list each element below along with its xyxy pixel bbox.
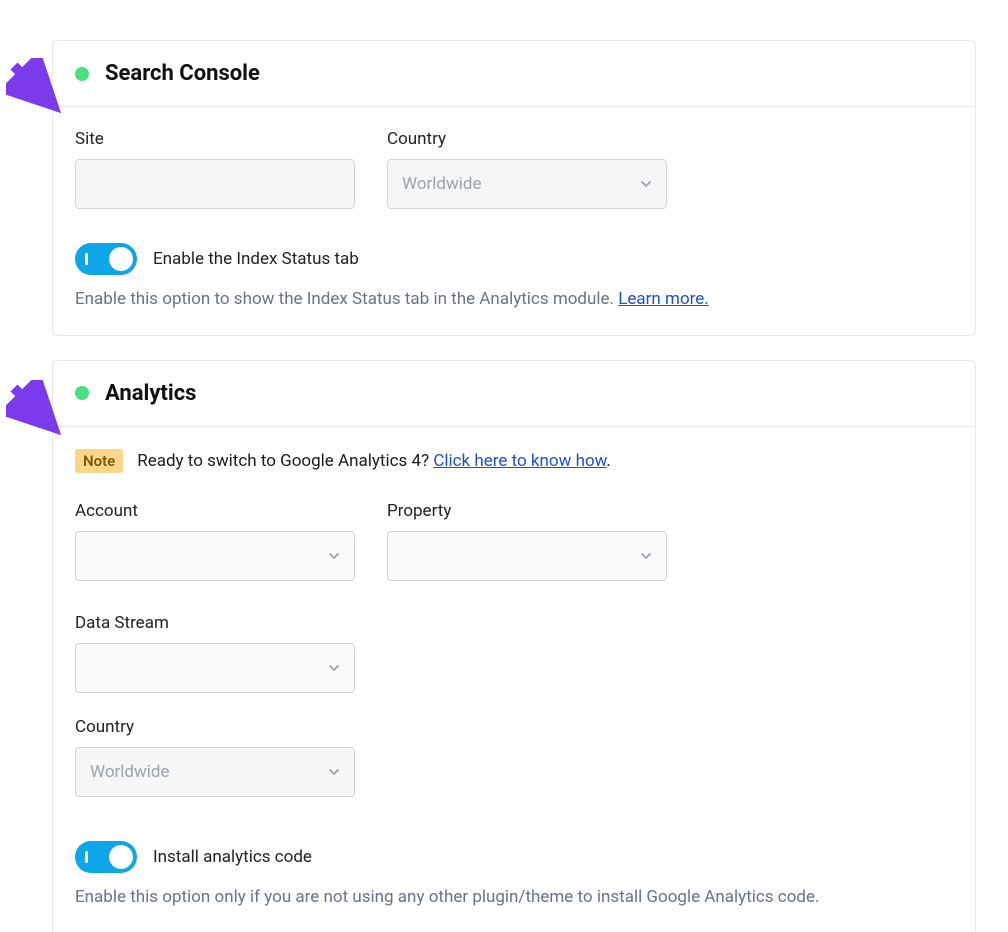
datastream-label: Data Stream	[75, 613, 355, 633]
chevron-down-icon	[328, 550, 340, 562]
learn-more-link[interactable]: Learn more.	[618, 289, 709, 309]
toggle-label: Install analytics code	[153, 847, 312, 867]
panel-title: Analytics	[105, 381, 196, 406]
country-select[interactable]: Worldwide	[387, 159, 667, 209]
search-console-panel: Search Console Site Country Worldwide	[52, 40, 976, 336]
help-text: Enable this option to show the Index Sta…	[75, 287, 953, 313]
country-value: Worldwide	[90, 762, 328, 782]
datastream-select[interactable]	[75, 643, 355, 693]
install-analytics-toggle[interactable]	[75, 841, 137, 873]
country-label: Country	[387, 129, 667, 149]
country-label: Country	[75, 717, 355, 737]
site-label: Site	[75, 129, 355, 149]
chevron-down-icon	[328, 662, 340, 674]
country-value: Worldwide	[402, 174, 640, 194]
chevron-down-icon	[640, 178, 652, 190]
status-dot-icon	[75, 386, 89, 400]
chevron-down-icon	[328, 766, 340, 778]
note-badge: Note	[75, 449, 123, 473]
panel-header: Search Console	[53, 41, 975, 107]
panel-title: Search Console	[105, 61, 260, 86]
help-text: Enable this option only if you are not u…	[75, 885, 953, 911]
site-select[interactable]	[75, 159, 355, 209]
note-text: Ready to switch to Google Analytics 4?	[137, 451, 433, 471]
account-select[interactable]	[75, 531, 355, 581]
property-select[interactable]	[387, 531, 667, 581]
analytics-country-select[interactable]: Worldwide	[75, 747, 355, 797]
chevron-down-icon	[640, 550, 652, 562]
status-dot-icon	[75, 67, 89, 81]
analytics-panel: Analytics Note Ready to switch to Google…	[52, 360, 976, 932]
note-link[interactable]: Click here to know how	[433, 451, 606, 471]
note-row: Note Ready to switch to Google Analytics…	[75, 449, 953, 473]
toggle-label: Enable the Index Status tab	[153, 249, 359, 269]
index-status-toggle[interactable]	[75, 243, 137, 275]
panel-header: Analytics	[53, 361, 975, 427]
property-label: Property	[387, 501, 667, 521]
account-label: Account	[75, 501, 355, 521]
